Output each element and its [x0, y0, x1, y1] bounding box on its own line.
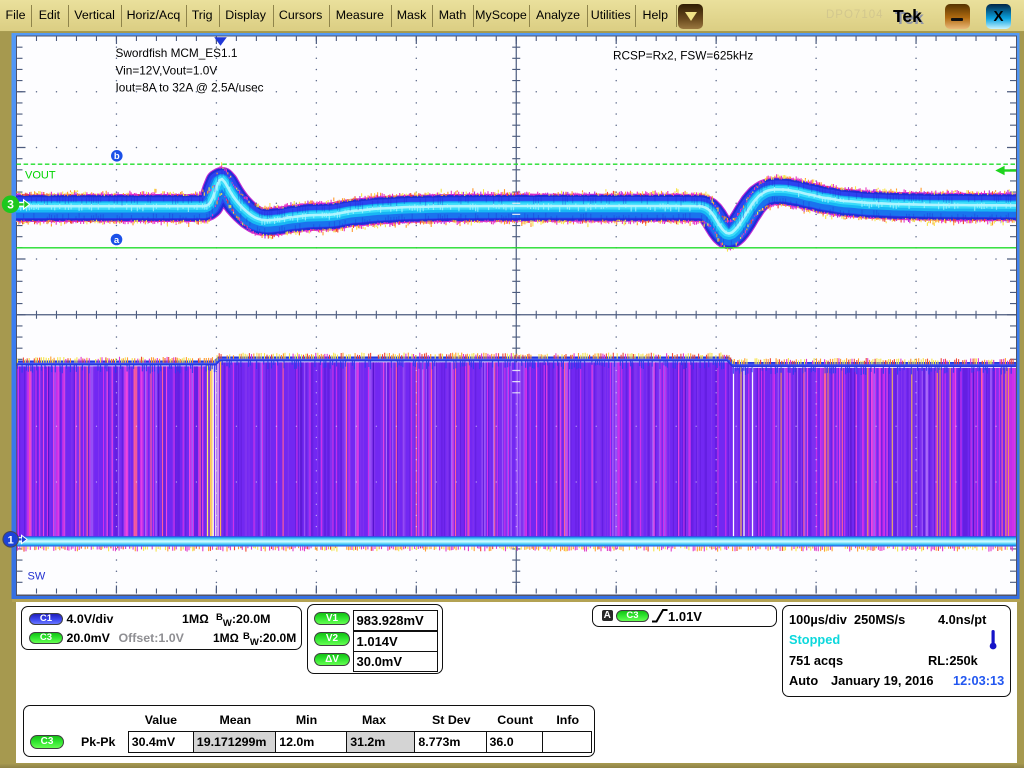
- svg-text:Iout=8A to 32A @ 2.5A/usec: Iout=8A to 32A @ 2.5A/usec: [116, 81, 264, 95]
- svg-text:VOUT: VOUT: [25, 170, 56, 182]
- svg-text:3: 3: [7, 198, 14, 212]
- svg-text:a: a: [114, 235, 120, 246]
- svg-text:RCSP=Rx2, FSW=625kHz: RCSP=Rx2, FSW=625kHz: [613, 49, 753, 63]
- svg-text:Swordfish MCM_ES1.1: Swordfish MCM_ES1.1: [116, 46, 238, 60]
- svg-text:SW: SW: [28, 571, 46, 583]
- svg-text:Vin=12V,Vout=1.0V: Vin=12V,Vout=1.0V: [116, 64, 218, 78]
- svg-text:1: 1: [8, 534, 14, 546]
- svg-text:b: b: [114, 151, 120, 162]
